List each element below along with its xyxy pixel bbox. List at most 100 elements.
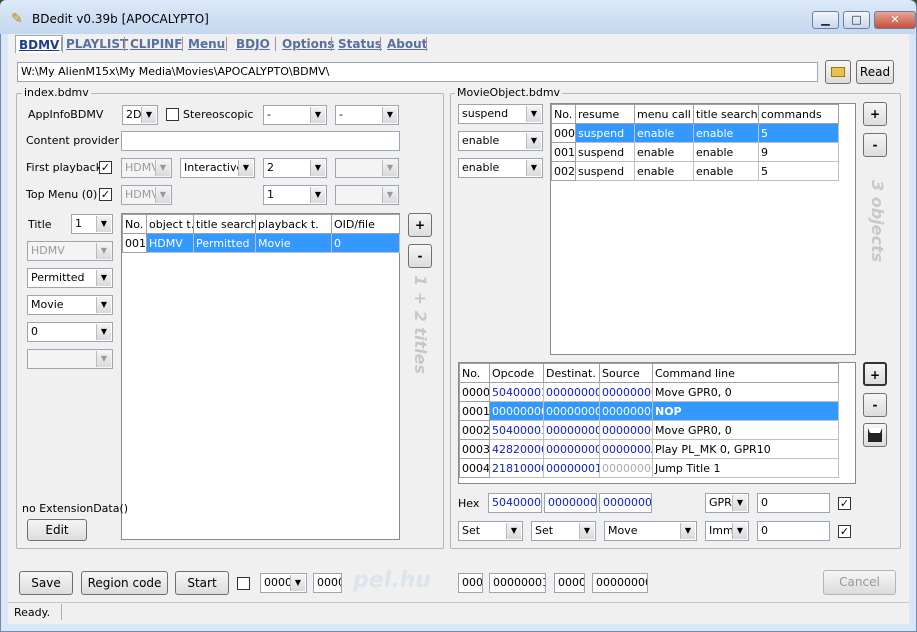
start-checkbox[interactable]: [237, 577, 250, 590]
path-input[interactable]: W:\My AlienM15x\My Media\Movies\APOCALYP…: [17, 62, 818, 82]
chevron-down-icon: ▼: [732, 495, 747, 511]
appinfo-combo-3[interactable]: - ▼: [263, 105, 327, 125]
status-separator: [61, 604, 62, 620]
destination-type-select[interactable]: GPR ▼: [705, 493, 749, 513]
table-row[interactable]: 0004 21810000 00000001 00000000 Jump Tit…: [459, 458, 839, 478]
first-playback-checkbox[interactable]: ✓: [99, 161, 112, 174]
field-4[interactable]: 00000000: [592, 573, 648, 593]
chevron-down-icon: ▼: [506, 523, 521, 539]
tab-bdmv[interactable]: BDMV: [15, 35, 64, 53]
hex-source-input[interactable]: 00000000: [599, 493, 652, 513]
title-search-mo-select[interactable]: enable ▼: [458, 158, 543, 178]
table-row[interactable]: 0000 50400001 00000000 00000000 Move GPR…: [459, 382, 839, 402]
source-type-select[interactable]: Imm ▼: [705, 521, 749, 541]
menu-call-select[interactable]: enable ▼: [458, 131, 543, 151]
table-cell: suspend: [575, 123, 635, 143]
start-button[interactable]: Start: [175, 571, 229, 595]
objects-col-menu-call[interactable]: menu call: [634, 104, 694, 124]
field-3[interactable]: 0000: [554, 573, 585, 593]
first-playback-id-select[interactable]: 2 ▼: [263, 158, 327, 178]
objects-col-resume[interactable]: resume: [575, 104, 635, 124]
table-row[interactable]: 002 suspend enable enable 5: [551, 161, 839, 181]
title-playback-select[interactable]: Movie ▼: [27, 295, 113, 315]
tab-clipinf[interactable]: CLIPINF: [127, 35, 185, 53]
operation-select-3[interactable]: Move ▼: [604, 521, 697, 541]
commands-col-opcode[interactable]: Opcode: [489, 363, 544, 383]
add-object-button[interactable]: +: [863, 102, 887, 126]
maximize-button[interactable]: □: [843, 11, 870, 29]
start-input[interactable]: 0000: [313, 573, 342, 593]
stereoscopic-checkbox[interactable]: [166, 108, 179, 121]
top-menu-id-select[interactable]: 1 ▼: [263, 185, 327, 205]
chevron-down-icon: ▼: [96, 324, 111, 340]
top-menu-checkbox[interactable]: ✓: [99, 188, 112, 201]
appinfo-combo-4[interactable]: - ▼: [335, 105, 399, 125]
destination-checkbox[interactable]: ✓: [838, 497, 851, 510]
app-icon: ✎: [11, 11, 23, 27]
tab-about[interactable]: About: [384, 35, 430, 53]
table-row[interactable]: 0002 50400001 00000000 00000000 Move GPR…: [459, 420, 839, 440]
source-checkbox[interactable]: ✓: [838, 525, 851, 538]
add-command-button[interactable]: +: [863, 362, 887, 386]
edit-extension-button[interactable]: Edit: [27, 519, 87, 541]
objects-table[interactable]: No. resume menu call title search comman…: [550, 103, 856, 355]
tab-status[interactable]: Status: [335, 35, 385, 53]
minimize-button[interactable]: ▁: [812, 11, 839, 29]
commands-col-no[interactable]: No.: [459, 363, 490, 383]
region-code-button[interactable]: Region code: [81, 571, 168, 595]
tab-menu[interactable]: Menu: [185, 35, 228, 53]
start-select[interactable]: 0000 ▼: [260, 573, 307, 593]
save-command-button[interactable]: [863, 423, 887, 447]
close-button[interactable]: ✕: [874, 11, 916, 29]
appinfo-mode-value: 2D: [126, 108, 142, 121]
titles-col-title-search[interactable]: title search: [193, 214, 256, 234]
hex-opcode-input[interactable]: 50400001: [488, 493, 542, 513]
destination-value-input[interactable]: 0: [757, 493, 830, 513]
table-cell: 0000000A: [599, 439, 653, 459]
tab-bdjo[interactable]: BDJO: [233, 35, 273, 53]
table-cell: 001: [551, 142, 576, 162]
add-title-button[interactable]: +: [408, 213, 432, 237]
commands-col-source[interactable]: Source: [599, 363, 653, 383]
objects-col-commands[interactable]: commands: [758, 104, 839, 124]
hex-destination-input[interactable]: 00000000: [544, 493, 597, 513]
save-button[interactable]: Save: [19, 571, 73, 595]
title-oid-select[interactable]: 0 ▼: [27, 322, 113, 342]
titles-table[interactable]: No. object t. title search playback t. O…: [121, 213, 400, 540]
titles-col-oid-file[interactable]: OID/file: [331, 214, 400, 234]
titles-col-no[interactable]: No.: [122, 214, 147, 234]
table-row[interactable]: 001 HDMV Permitted Movie 0: [122, 233, 400, 253]
title-search-select[interactable]: Permitted ▼: [27, 268, 113, 288]
first-playback-mode-select[interactable]: Interactive ▼: [180, 158, 255, 178]
browse-folder-button[interactable]: [825, 60, 851, 84]
objects-col-no[interactable]: No.: [551, 104, 576, 124]
titles-col-playback-type[interactable]: playback t.: [255, 214, 332, 234]
objects-col-title-search[interactable]: title search: [693, 104, 759, 124]
commands-col-command-line[interactable]: Command line: [652, 363, 839, 383]
table-row[interactable]: 0001 00000000 00000000 00000000 NOP: [459, 401, 839, 421]
commands-col-destination[interactable]: Destinat.: [543, 363, 600, 383]
field-1[interactable]: 000: [458, 573, 483, 593]
appinfo-label: AppInfoBDMV: [28, 108, 104, 121]
title-number-select[interactable]: 1 ▼: [71, 214, 113, 234]
remove-title-button[interactable]: -: [408, 244, 432, 268]
operation-select-1[interactable]: Set ▼: [458, 521, 523, 541]
tab-playlist[interactable]: PLAYLIST: [63, 35, 131, 53]
content-provider-input[interactable]: [121, 131, 400, 151]
appinfo-mode-select[interactable]: 2D ▼: [122, 105, 158, 125]
table-row[interactable]: 0003 42820000 00000000 0000000A Play PL_…: [459, 439, 839, 459]
operation-select-2[interactable]: Set ▼: [531, 521, 596, 541]
source-value-input[interactable]: 0: [757, 521, 830, 541]
resume-select[interactable]: suspend ▼: [458, 104, 543, 124]
remove-object-button[interactable]: -: [863, 133, 887, 157]
remove-command-button[interactable]: -: [863, 393, 887, 417]
commands-table[interactable]: No. Opcode Destinat. Source Command line…: [458, 362, 856, 484]
read-button[interactable]: Read: [856, 60, 894, 84]
table-cell: 5: [758, 123, 839, 143]
field-2[interactable]: 00000001: [489, 573, 546, 593]
table-row[interactable]: 001 suspend enable enable 9: [551, 142, 839, 162]
table-cell: 0004: [459, 458, 490, 478]
table-row[interactable]: 000 suspend enable enable 5: [551, 123, 839, 143]
titles-col-object-type[interactable]: object t.: [146, 214, 194, 234]
tab-options[interactable]: Options: [279, 35, 338, 53]
